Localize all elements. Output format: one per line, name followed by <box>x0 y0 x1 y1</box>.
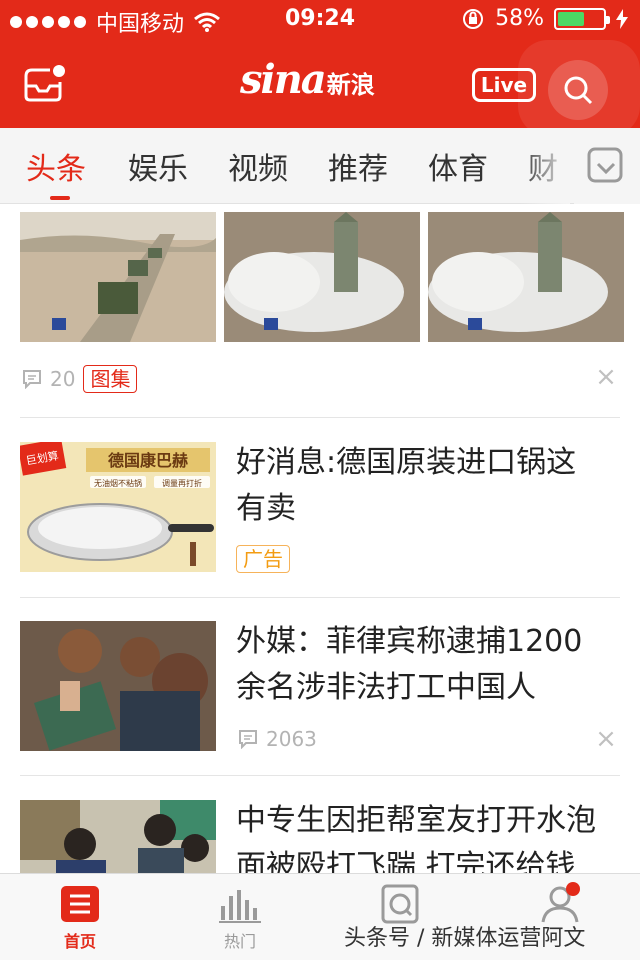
tab-headlines[interactable]: 头条 <box>26 144 86 188</box>
rotation-lock-icon <box>463 8 484 29</box>
close-icon[interactable]: × <box>594 726 618 752</box>
gallery-images[interactable] <box>20 212 624 342</box>
nav-trending[interactable]: 热门 <box>190 884 290 952</box>
close-icon[interactable]: × <box>594 364 618 390</box>
tab-sports[interactable]: 体育 <box>428 144 488 188</box>
inbox-icon <box>24 65 65 102</box>
ad-tag: 广告 <box>236 545 290 573</box>
comment-count: 20 <box>50 367 76 391</box>
nav-home[interactable]: 首页 <box>30 884 130 952</box>
news-title[interactable]: 外媒：菲律宾称逮捕1200 余名涉非法打工中国人 <box>236 619 616 711</box>
tab-expand-button[interactable] <box>574 128 640 204</box>
tab-entertainment[interactable]: 娱乐 <box>128 144 188 188</box>
tab-video[interactable]: 视频 <box>228 144 288 188</box>
top-toolbar: sina新浪 Live <box>0 40 640 136</box>
svg-text:德国康巴赫: 德国康巴赫 <box>108 451 188 470</box>
tab-recommend[interactable]: 推荐 <box>328 144 388 188</box>
svg-text:无油烟不粘锅: 无油烟不粘锅 <box>94 478 142 488</box>
news-feed[interactable]: 20 图集 × 德国康巴赫 无油烟不粘锅 调量再打折 巨划算 好消息:德国原装进… <box>0 205 640 873</box>
chevron-down-icon <box>587 147 623 183</box>
comment-count: 2063 <box>266 727 317 751</box>
search-button[interactable] <box>548 60 608 120</box>
ad-image[interactable]: 德国康巴赫 无油烟不粘锅 调量再打折 巨划算 <box>20 442 216 572</box>
status-bar: 中国移动 09:24 58% <box>0 0 640 40</box>
sina-logo: sina新浪 <box>240 56 375 103</box>
comment-icon <box>239 730 257 749</box>
chart-icon <box>219 890 261 923</box>
live-label: Live <box>480 73 528 97</box>
home-icon <box>61 886 99 922</box>
charging-icon <box>616 8 628 29</box>
news-title[interactable]: 中专生因拒帮室友打开水泡 面被殴打飞踹 打完还给钱 <box>236 798 616 873</box>
app-header: 中国移动 09:24 58% sina新浪 Live <box>0 0 640 136</box>
battery-percent: 58% <box>495 6 544 31</box>
live-button[interactable]: Live <box>472 68 536 102</box>
battery-icon <box>554 7 610 30</box>
news-image[interactable] <box>20 621 216 751</box>
comment-icon <box>23 370 41 389</box>
discover-icon <box>381 884 419 924</box>
gallery-image[interactable] <box>428 212 624 342</box>
watermark: 头条号 / 新媒体运营阿文 <box>344 926 586 951</box>
gallery-tag: 图集 <box>83 365 138 393</box>
news-meta: 2063 <box>238 727 317 751</box>
category-tabs: 头条 娱乐 视频 推荐 体育 财 <box>0 128 640 204</box>
gallery-image[interactable] <box>224 212 420 342</box>
svg-text:调量再打折: 调量再打折 <box>162 478 202 488</box>
news-title[interactable]: 好消息:德国原装进口锅这 有卖 <box>236 440 616 532</box>
news-image[interactable] <box>20 800 216 873</box>
notification-dot <box>566 882 580 896</box>
inbox-button[interactable] <box>22 64 66 104</box>
gallery-image[interactable] <box>20 212 216 342</box>
search-icon <box>564 76 593 105</box>
ad-meta: 广告 <box>236 545 290 573</box>
active-tab-indicator <box>50 196 70 200</box>
gallery-meta: 20 图集 <box>22 365 138 393</box>
